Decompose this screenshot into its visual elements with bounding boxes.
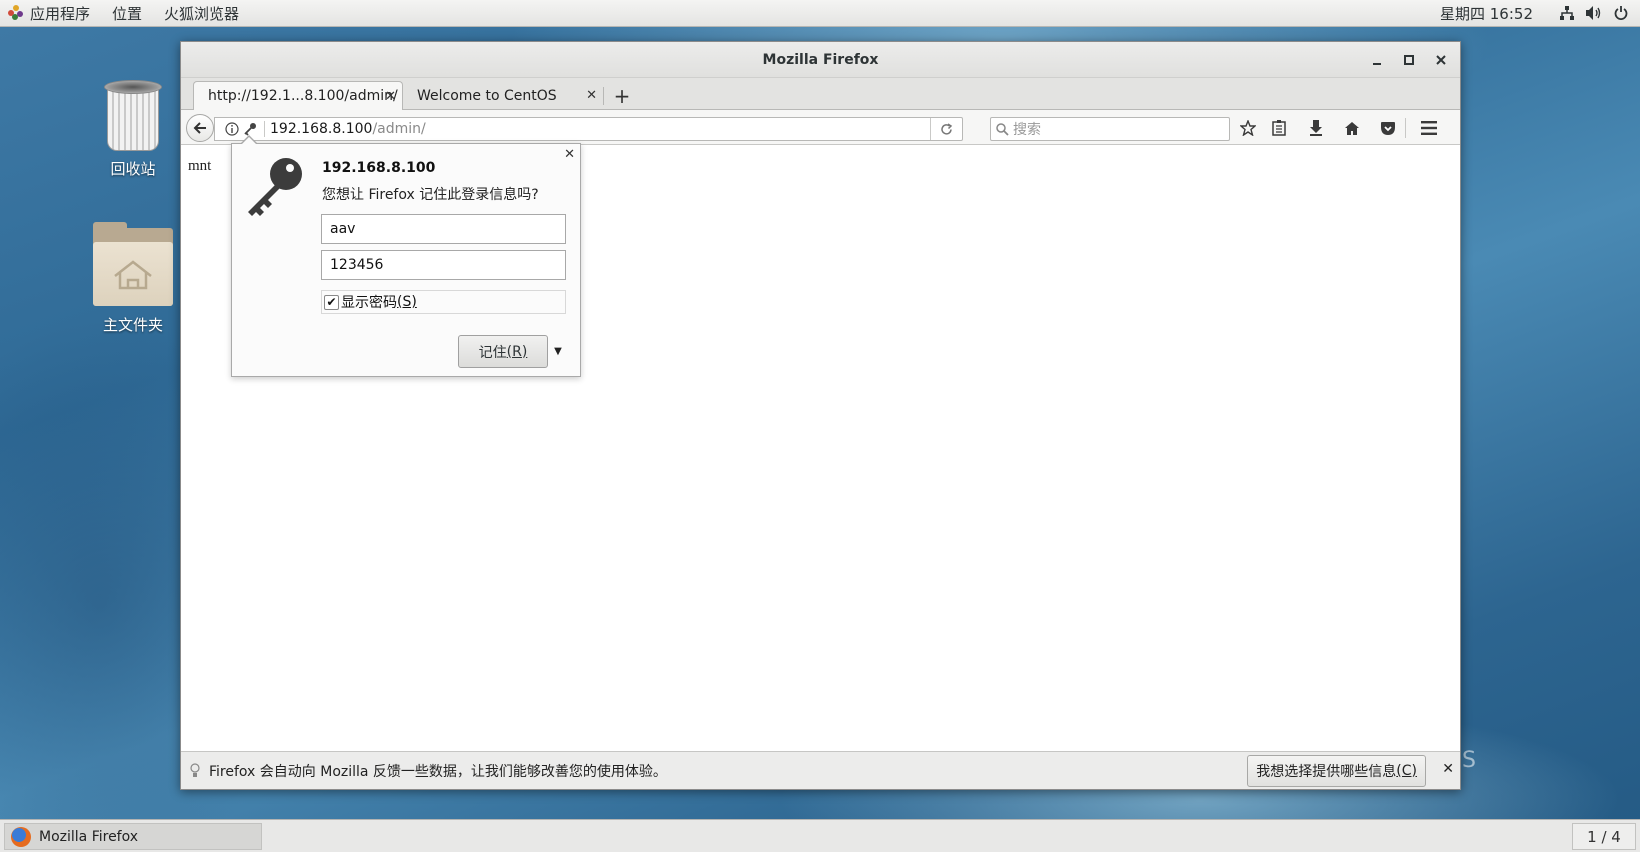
bookmark-star-icon[interactable]	[1233, 114, 1263, 142]
network-icon[interactable]	[1553, 0, 1580, 27]
password-save-doorhanger: ✕ 192.168.8.100 您想让 Firefox 记住此登录信息吗? ✔ …	[231, 135, 581, 377]
remember-button[interactable]: 记住 (R)	[458, 335, 548, 368]
taskbar-window-label: Mozilla Firefox	[39, 828, 139, 845]
bottom-panel: Mozilla Firefox 1 / 4	[0, 819, 1640, 852]
workspace-switcher[interactable]: 1 / 4	[1572, 823, 1636, 850]
page-text[interactable]: mnt	[188, 158, 211, 175]
show-password-checkbox[interactable]: ✔ 显示密码 (S)	[321, 290, 566, 314]
window-titlebar[interactable]: Mozilla Firefox	[181, 42, 1460, 78]
show-password-accesskey: (S)	[397, 294, 417, 310]
site-info-icon[interactable]	[223, 118, 241, 140]
url-host: 192.168.8.100	[270, 121, 373, 137]
new-tab-button[interactable]: +	[606, 81, 638, 110]
close-notification-icon[interactable]: ✕	[1442, 761, 1454, 777]
search-placeholder: 搜索	[1013, 122, 1041, 138]
password-field[interactable]	[321, 250, 566, 280]
places-menu[interactable]: 位置	[101, 0, 153, 27]
taskbar-firefox-button[interactable]: Mozilla Firefox	[4, 823, 262, 850]
trash-label: 回收站	[110, 160, 156, 178]
choose-data-label: 我想选择提供哪些信息	[1256, 764, 1397, 780]
tab-admin[interactable]: http://192.1...8.100/admin/ ✕	[193, 81, 403, 110]
home-icon[interactable]	[1337, 114, 1367, 142]
close-icon[interactable]: ✕	[564, 147, 575, 162]
close-tab-icon[interactable]: ✕	[385, 89, 396, 104]
tab-label: http://192.1...8.100/admin/	[208, 88, 398, 104]
power-icon[interactable]	[1607, 0, 1634, 27]
reload-icon[interactable]	[930, 118, 962, 140]
show-password-label: 显示密码	[341, 295, 397, 311]
page-content: mnt ✕ 192.168.8.100 您想让 Firefox 记住此登录信息吗…	[181, 135, 1460, 750]
clock[interactable]: 星期四 16:52	[1440, 3, 1553, 24]
remember-dropdown-arrow-icon[interactable]: ▼	[550, 341, 566, 361]
url-bar[interactable]: 192.168.8.100/admin/	[214, 117, 963, 141]
folder-icon	[93, 222, 173, 306]
tab-strip: http://192.1...8.100/admin/ ✕ Welcome to…	[181, 78, 1460, 110]
close-window-button[interactable]	[1426, 42, 1456, 78]
home-folder-label: 主文件夹	[102, 316, 163, 334]
lightbulb-icon	[181, 762, 209, 779]
hamburger-menu-icon[interactable]	[1414, 114, 1444, 142]
firefox-icon	[11, 826, 31, 847]
downloads-icon[interactable]	[1301, 114, 1331, 142]
search-icon	[991, 122, 1013, 136]
remember-label: 记住	[478, 344, 507, 361]
url-path: /admin/	[372, 121, 426, 137]
bookmarks-menu-icon[interactable]	[1264, 114, 1294, 142]
navigation-toolbar: 192.168.8.100/admin/ 搜索	[181, 110, 1460, 145]
top-panel: 应用程序 位置 火狐浏览器 星期四 16:52	[0, 0, 1640, 27]
home-folder-desktop-icon[interactable]: 主文件夹	[78, 222, 188, 335]
close-tab-icon[interactable]: ✕	[586, 88, 597, 103]
firefox-window: Mozilla Firefox http://192.1...8.100/adm…	[180, 41, 1461, 790]
checkbox-checked-icon[interactable]: ✔	[324, 294, 339, 310]
trash-desktop-icon[interactable]: 回收站	[78, 80, 188, 179]
wallpaper-logo-fragment: S	[1462, 748, 1476, 773]
trash-icon	[104, 80, 162, 152]
pocket-icon[interactable]	[1373, 114, 1403, 142]
doorhanger-host: 192.168.8.100	[322, 160, 436, 176]
applications-icon[interactable]	[8, 5, 24, 21]
choose-data-accesskey: (C)	[1396, 763, 1417, 779]
doorhanger-message: 您想让 Firefox 记住此登录信息吗?	[322, 187, 539, 203]
maximize-button[interactable]	[1394, 42, 1424, 78]
applications-menu[interactable]: 应用程序	[28, 0, 101, 27]
minimize-button[interactable]	[1362, 42, 1392, 78]
notification-bar: Firefox 会自动向 Mozilla 反馈一些数据，让我们能够改善您的使用体…	[181, 751, 1460, 789]
notification-message: Firefox 会自动向 Mozilla 反馈一些数据，让我们能够改善您的使用体…	[209, 763, 667, 780]
key-icon	[248, 158, 302, 216]
choose-data-button[interactable]: 我想选择提供哪些信息 (C)	[1247, 755, 1426, 787]
tab-welcome-centos[interactable]: Welcome to CentOS ✕	[403, 81, 603, 110]
back-button[interactable]	[186, 114, 214, 142]
username-field[interactable]	[321, 214, 566, 244]
firefox-app-menu[interactable]: 火狐浏览器	[153, 0, 250, 27]
tab-label: Welcome to CentOS	[417, 87, 557, 104]
volume-icon[interactable]	[1580, 0, 1607, 27]
search-input[interactable]: 搜索	[990, 117, 1230, 141]
window-title: Mozilla Firefox	[762, 51, 879, 68]
remember-accesskey: (R)	[506, 343, 528, 360]
